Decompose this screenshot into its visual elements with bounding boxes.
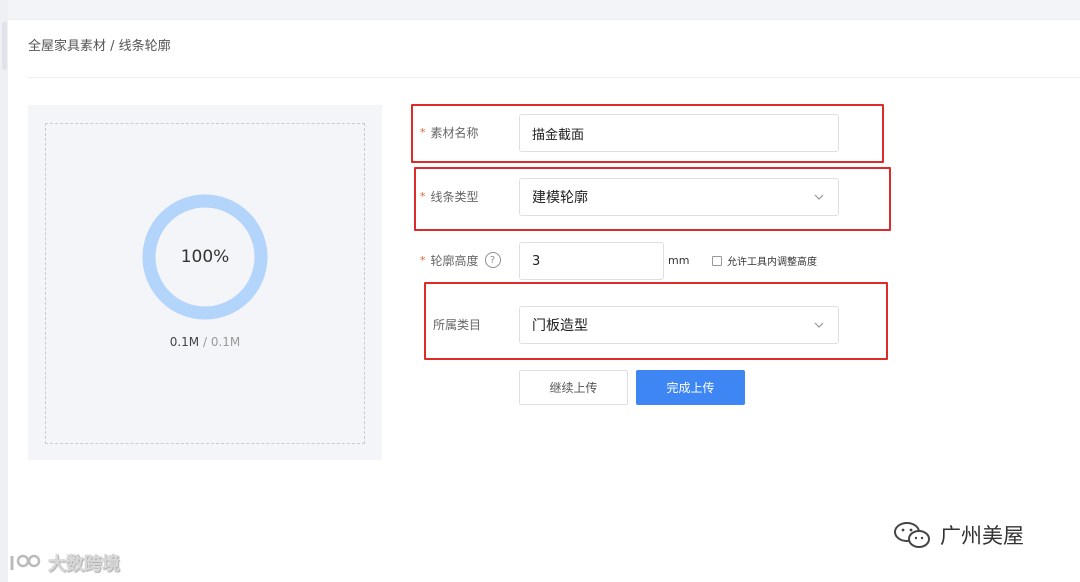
watermark-right-text: 广州美屋 <box>940 524 1024 548</box>
profile-height-label: * 轮廓高度 ? <box>420 252 501 269</box>
watermark-left: 大数跨境 <box>8 550 120 576</box>
required-mark: * <box>420 189 426 203</box>
category-label: 所属类目 <box>433 317 482 332</box>
line-type-label-text: 线条类型 <box>430 189 479 204</box>
upload-progress-ring: 100% <box>142 194 268 320</box>
header-divider <box>28 77 1080 78</box>
scrollbar-thumb[interactable] <box>2 22 7 70</box>
allow-adjust-height-option[interactable]: 允许工具内调整高度 <box>712 253 817 268</box>
required-mark: * <box>420 125 426 139</box>
required-mark: * <box>420 253 426 267</box>
total-size: 0.1M <box>210 335 241 349</box>
uploaded-size: 0.1M <box>169 335 200 349</box>
category-value: 门板造型 <box>532 318 588 334</box>
profile-height-value: 3 <box>532 253 541 269</box>
category-select[interactable]: 门板造型 <box>519 306 839 344</box>
wechat-icon <box>894 522 930 548</box>
allow-adjust-height-checkbox[interactable] <box>712 255 722 266</box>
material-name-label-text: 素材名称 <box>430 125 479 140</box>
height-unit: mm <box>668 254 690 267</box>
line-type-label: * 线条类型 <box>420 188 479 205</box>
progress-percent-label: 100% <box>180 247 230 267</box>
form-row-material-name: * 素材名称 <box>420 113 479 151</box>
allow-adjust-height-label: 允许工具内调整高度 <box>727 257 817 268</box>
material-name-label: * 素材名称 <box>420 124 479 141</box>
upload-size-readout: 0.1M / 0.1M <box>28 335 382 349</box>
brand-logo-icon <box>10 554 41 570</box>
form-row-line-type: * 线条类型 <box>420 177 479 215</box>
material-name-input[interactable]: 描金截面 <box>519 114 839 152</box>
material-name-value: 描金截面 <box>532 127 585 143</box>
line-type-value: 建模轮廓 <box>532 190 588 206</box>
profile-height-label-text: 轮廓高度 <box>430 253 479 268</box>
form-row-category: 所属类目 <box>433 305 481 343</box>
watermark-right: 广州美屋 <box>892 520 1024 550</box>
breadcrumb: 全屋家具素材 / 线条轮廓 <box>28 39 171 54</box>
chevron-down-icon <box>814 322 824 328</box>
size-separator: / <box>202 335 208 349</box>
line-type-select[interactable]: 建模轮廓 <box>519 178 839 216</box>
chevron-down-icon <box>814 194 824 200</box>
form-row-profile-height: * 轮廓高度 ? <box>420 241 501 279</box>
watermark-left-text: 大数跨境 <box>48 554 120 575</box>
upload-panel: 100% 0.1M / 0.1M <box>28 105 382 460</box>
continue-upload-button[interactable]: 继续上传 <box>519 370 628 405</box>
top-strip <box>0 0 1080 20</box>
question-circle-icon[interactable]: ? <box>484 252 501 268</box>
profile-height-input[interactable]: 3 <box>519 242 664 280</box>
left-scroll-strip[interactable] <box>0 0 8 582</box>
finish-upload-button[interactable]: 完成上传 <box>636 370 745 405</box>
